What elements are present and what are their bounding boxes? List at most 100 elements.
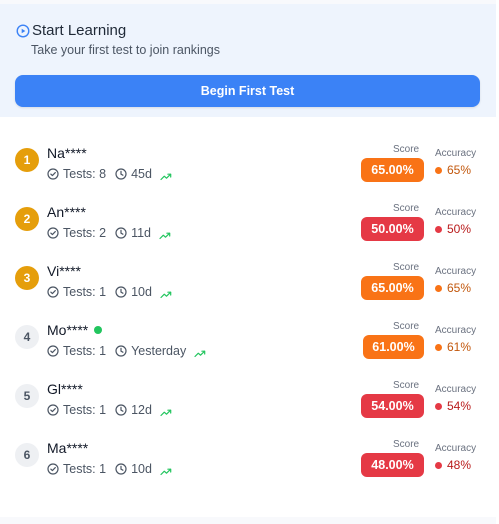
check-circle-icon — [47, 227, 59, 239]
leaderboard-row[interactable]: 6 Ma**** Tests: 1 10d Score 48.00% Accur… — [0, 431, 496, 490]
accuracy-value: 61% — [435, 340, 471, 354]
trending-up-icon — [194, 347, 206, 358]
accuracy-value: 65% — [435, 281, 471, 295]
tests-count: Tests: 1 — [63, 285, 107, 299]
user-meta: Tests: 8 45d — [47, 167, 172, 181]
score-pill: 50.00% — [361, 217, 424, 241]
accuracy-label: Accuracy — [435, 443, 477, 454]
user-name-line: Vi**** — [47, 263, 81, 279]
accuracy-value: 48% — [435, 458, 471, 472]
score-pill: 48.00% — [361, 453, 424, 477]
score-pill: 61.00% — [363, 335, 424, 359]
rank-badge: 5 — [15, 384, 39, 408]
user-name: An**** — [47, 204, 86, 220]
last-active: 10d — [131, 462, 152, 476]
accuracy-label: Accuracy — [435, 325, 477, 336]
accuracy-percent: 61% — [447, 340, 472, 354]
user-name: Ma**** — [47, 440, 89, 456]
accuracy-percent: 65% — [447, 163, 472, 177]
leaderboard-row[interactable]: 3 Vi**** Tests: 1 10d Score 65.00% Accur… — [0, 254, 496, 313]
clock-icon — [115, 227, 127, 239]
accuracy-dot — [435, 166, 442, 174]
leaderboard-row[interactable]: 1 Na**** Tests: 8 45d Score 65.00% Accur… — [0, 136, 496, 195]
leaderboard-list: 1 Na**** Tests: 8 45d Score 65.00% Accur… — [0, 117, 496, 517]
accuracy-percent: 48% — [447, 458, 472, 472]
accuracy-percent: 65% — [447, 281, 472, 295]
score-label: Score — [393, 380, 420, 391]
accuracy-dot — [435, 402, 442, 410]
trending-up-icon — [160, 465, 172, 476]
last-active: 10d — [131, 285, 152, 299]
user-meta: Tests: 1 10d — [47, 285, 172, 299]
accuracy-percent: 54% — [447, 399, 472, 413]
last-active: 45d — [131, 167, 152, 181]
accuracy-percent: 50% — [447, 222, 472, 236]
accuracy-label: Accuracy — [435, 207, 477, 218]
begin-first-test-button[interactable]: Begin First Test — [15, 75, 480, 107]
clock-icon — [115, 463, 127, 475]
score-label: Score — [393, 439, 420, 450]
leaderboard-row[interactable]: 4 Mo**** Tests: 1 Yesterday Score 61.00%… — [0, 313, 496, 372]
leaderboard-row[interactable]: 2 An**** Tests: 2 11d Score 50.00% Accur… — [0, 195, 496, 254]
rank-badge: 6 — [15, 443, 39, 467]
check-circle-icon — [47, 404, 59, 416]
check-circle-icon — [47, 168, 59, 180]
score-label: Score — [393, 203, 420, 214]
user-meta: Tests: 2 11d — [47, 226, 171, 240]
user-name-line: Mo**** — [47, 322, 103, 338]
check-circle-icon — [47, 286, 59, 298]
score-label: Score — [393, 144, 420, 155]
user-name-line: Na**** — [47, 145, 87, 161]
clock-icon — [115, 286, 127, 298]
tests-count: Tests: 1 — [63, 344, 107, 358]
clock-icon — [115, 168, 127, 180]
accuracy-value: 50% — [435, 222, 471, 236]
user-meta: Tests: 1 10d — [47, 462, 172, 476]
tests-count: Tests: 1 — [63, 462, 107, 476]
accuracy-label: Accuracy — [435, 384, 477, 395]
clock-icon — [115, 345, 127, 357]
user-name: Vi**** — [47, 263, 81, 279]
start-learning-subtitle: Take your first test to join rankings — [31, 43, 220, 57]
accuracy-dot — [435, 225, 442, 233]
clock-icon — [115, 404, 127, 416]
accuracy-value: 54% — [435, 399, 471, 413]
tests-count: Tests: 8 — [63, 167, 107, 181]
user-name: Gl**** — [47, 381, 83, 397]
accuracy-value: 65% — [435, 163, 471, 177]
accuracy-dot — [435, 343, 442, 351]
trending-up-icon — [160, 288, 172, 299]
last-active: Yesterday — [131, 344, 187, 358]
score-pill: 65.00% — [361, 158, 424, 182]
play-circle-icon — [16, 24, 30, 38]
check-circle-icon — [47, 463, 59, 475]
user-name: Mo**** — [47, 322, 89, 338]
score-label: Score — [393, 262, 420, 273]
start-learning-heading: Start Learning — [16, 22, 126, 39]
user-name-line: Gl**** — [47, 381, 83, 397]
last-active: 11d — [131, 226, 152, 240]
user-meta: Tests: 1 Yesterday — [47, 344, 206, 358]
user-name-line: Ma**** — [47, 440, 88, 456]
online-status-dot — [94, 326, 103, 334]
rank-badge: 2 — [15, 207, 39, 231]
accuracy-label: Accuracy — [435, 266, 477, 277]
score-label: Score — [393, 321, 420, 332]
tests-count: Tests: 2 — [63, 226, 107, 240]
start-learning-title: Start Learning — [32, 22, 127, 39]
accuracy-dot — [435, 461, 442, 469]
user-meta: Tests: 1 12d — [47, 403, 172, 417]
start-learning-card: Start Learning Take your first test to j… — [0, 4, 496, 117]
last-active: 12d — [131, 403, 152, 417]
check-circle-icon — [47, 345, 59, 357]
score-pill: 65.00% — [361, 276, 424, 300]
trending-up-icon — [159, 229, 171, 240]
leaderboard-panel: Start Learning Take your first test to j… — [0, 0, 496, 524]
tests-count: Tests: 1 — [63, 403, 107, 417]
accuracy-dot — [435, 284, 442, 292]
rank-badge: 1 — [15, 148, 39, 172]
leaderboard-row[interactable]: 5 Gl**** Tests: 1 12d Score 54.00% Accur… — [0, 372, 496, 431]
rank-badge: 3 — [15, 266, 39, 290]
accuracy-label: Accuracy — [435, 148, 477, 159]
user-name-line: An**** — [47, 204, 86, 220]
